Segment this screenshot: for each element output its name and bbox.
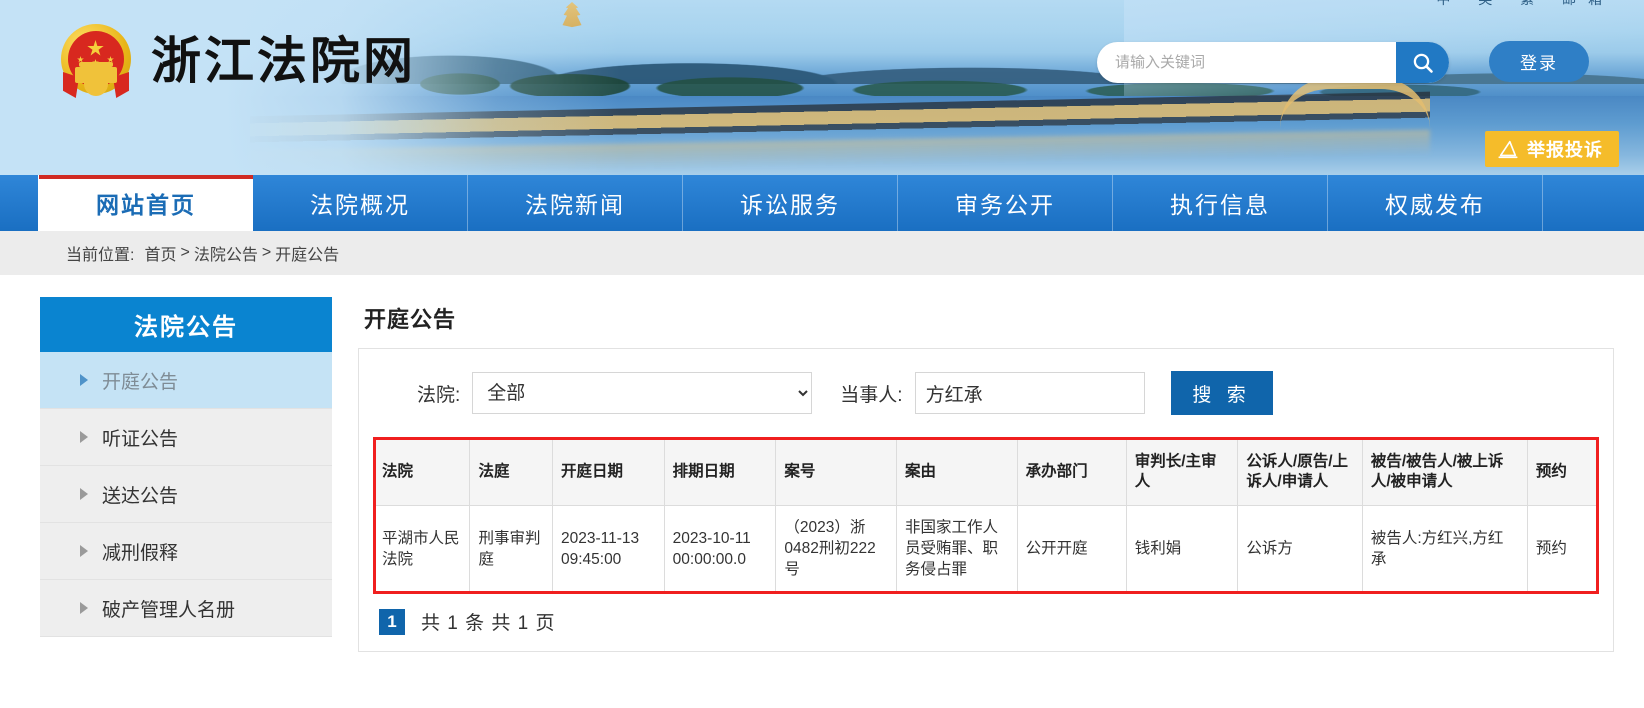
- table-column-header-9: 被告/被告人/被上诉人/被申请人: [1361, 437, 1528, 506]
- cell-hearing-date: 2023-11-13 09:45:00: [551, 505, 665, 594]
- party-filter-label: 当事人:: [840, 384, 903, 406]
- table-header-row: 法院 法庭 开庭日期 排期日期 案号 案由 承办部门 审判长/主审人 公诉人/原告/上诉人/申请…: [372, 437, 1600, 506]
- triangle-right-icon: [80, 488, 88, 500]
- site-header: 中 英 繁 邮箱 浙江法院网 登录 举报: [0, 0, 1644, 175]
- main-content: 开庭公告 法院: 全部 当事人: 搜 索 法院法庭开庭日期排期日: [358, 297, 1614, 652]
- nav-item-5[interactable]: 执行信息: [1113, 175, 1328, 231]
- sidebar-item-2[interactable]: 送达公告: [40, 466, 332, 523]
- cell-case-no: （2023）浙0482刑初222号: [775, 505, 897, 594]
- triangle-right-icon: [80, 602, 88, 614]
- sidebar-title: 法院公告: [40, 297, 332, 352]
- table-column-header-7: 审判长/主审人: [1125, 437, 1239, 506]
- sidebar-item-label: 减刑假释: [102, 542, 179, 564]
- sidebar-item-label: 破产管理人名册: [102, 599, 236, 621]
- filter-bar: 法院: 全部 当事人: 搜 索: [359, 349, 1613, 437]
- header-search[interactable]: [1097, 42, 1449, 83]
- sidebar-item-3[interactable]: 减刑假释: [40, 523, 332, 580]
- sidebar-item-1[interactable]: 听证公告: [40, 409, 332, 466]
- table-column-header-4: 案号: [775, 437, 897, 506]
- breadcrumb-item-announcements[interactable]: 法院公告: [194, 241, 258, 265]
- announcement-panel: 法院: 全部 当事人: 搜 索 法院法庭开庭日期排期日期案号案由承办部门审判长/…: [358, 348, 1614, 652]
- sidebar-item-label: 听证公告: [102, 428, 179, 450]
- megaphone-icon: [1498, 140, 1518, 159]
- table-body: 平湖市人民法院 刑事审判庭 2023-11-13 09:45:00 2023-10-1…: [372, 505, 1600, 594]
- pagination-summary: 共 1 条 共 1 页: [421, 613, 556, 634]
- nav-item-4[interactable]: 审务公开: [898, 175, 1113, 231]
- table-column-header-1: 法庭: [469, 437, 553, 506]
- triangle-right-icon: [80, 374, 88, 386]
- court-filter-label: 法院:: [417, 384, 461, 406]
- breadcrumb-separator-2: >: [261, 244, 272, 261]
- cell-schedule-date: 2023-10-11 00:00:00.0: [663, 505, 777, 594]
- cell-cause: 非国家工作人员受贿罪、职务侵占罪: [895, 505, 1018, 594]
- cell-court: 平湖市人民法院: [372, 505, 471, 594]
- party-input[interactable]: [914, 372, 1145, 414]
- sidebar-item-0[interactable]: 开庭公告: [40, 352, 332, 409]
- search-icon: [1413, 53, 1433, 73]
- login-button[interactable]: 登录: [1489, 41, 1589, 82]
- triangle-right-icon: [80, 431, 88, 443]
- nav-item-0[interactable]: 网站首页: [38, 175, 253, 231]
- announcement-table: 法院 法庭 开庭日期 排期日期 案号 案由 承办部门 审判长/主审人 公诉人/原告/上诉人/申请…: [372, 437, 1600, 594]
- table-column-header-0: 法院: [372, 437, 471, 506]
- table-column-header-6: 承办部门: [1016, 437, 1127, 506]
- sidebar: 法院公告 开庭公告听证公告送达公告减刑假释破产管理人名册: [40, 297, 332, 652]
- triangle-right-icon: [80, 545, 88, 557]
- nav-item-6[interactable]: 权威发布: [1328, 175, 1543, 231]
- pagination: 1 共 1 条 共 1 页: [359, 594, 1613, 651]
- page-title: 开庭公告: [364, 307, 457, 332]
- court-select[interactable]: 全部: [472, 372, 813, 414]
- cell-department: 公开开庭: [1016, 505, 1127, 594]
- breadcrumb-item-current[interactable]: 开庭公告: [275, 241, 339, 265]
- cell-reserve[interactable]: 预约: [1526, 505, 1600, 594]
- results-table-wrapper: 法院 法庭 开庭日期 排期日期 案号 案由 承办部门 审判长/主审人 公诉人/原告/上诉人/申请…: [359, 437, 1613, 594]
- table-column-header-8: 公诉人/原告/上诉人/申请人: [1237, 437, 1363, 506]
- breadcrumb-item-home[interactable]: 首页: [144, 241, 176, 265]
- site-brand[interactable]: 浙江法院网: [55, 20, 416, 102]
- sidebar-item-label: 送达公告: [102, 485, 179, 507]
- breadcrumb-label: 当前位置:: [66, 247, 135, 264]
- report-complaint-label: 举报投诉: [1527, 140, 1603, 160]
- sidebar-item-label: 开庭公告: [102, 371, 179, 393]
- table-column-header-2: 开庭日期: [551, 437, 665, 506]
- national-emblem-icon: [55, 20, 137, 102]
- top-utility-links[interactable]: 中 英 繁 邮箱: [1436, 0, 1614, 9]
- nav-item-3[interactable]: 诉讼服务: [683, 175, 898, 231]
- table-column-header-3: 排期日期: [663, 437, 777, 506]
- sidebar-item-4[interactable]: 破产管理人名册: [40, 580, 332, 637]
- cell-defendant: 被告人:方红兴,方红承: [1361, 505, 1528, 594]
- nav-item-2[interactable]: 法院新闻: [468, 175, 683, 231]
- report-complaint-button[interactable]: 举报投诉: [1485, 131, 1619, 167]
- page-body: 法院公告 开庭公告听证公告送达公告减刑假释破产管理人名册 开庭公告 法院: 全部…: [0, 275, 1644, 652]
- cell-judge: 钱利娟: [1125, 505, 1239, 594]
- table-column-header-5: 案由: [895, 437, 1018, 506]
- breadcrumb: 当前位置: 首页 > 法院公告 > 开庭公告: [0, 231, 1644, 275]
- breadcrumb-separator-1: >: [180, 244, 190, 261]
- page-number-1[interactable]: 1: [379, 608, 405, 635]
- sidebar-menu: 开庭公告听证公告送达公告减刑假释破产管理人名册: [40, 352, 332, 637]
- nav-item-1[interactable]: 法院概况: [253, 175, 468, 231]
- cell-courtroom: 刑事审判庭: [469, 505, 553, 594]
- main-navigation: 网站首页 法院概况 法院新闻 诉讼服务 审务公开 执行信息 权威发布: [0, 175, 1644, 231]
- table-column-header-10: 预约: [1526, 437, 1600, 506]
- search-input[interactable]: [1097, 42, 1396, 83]
- cell-plaintiff: 公诉方: [1237, 505, 1363, 594]
- filter-search-button[interactable]: 搜 索: [1170, 371, 1273, 415]
- search-submit-button[interactable]: [1396, 42, 1449, 83]
- table-row: 平湖市人民法院 刑事审判庭 2023-11-13 09:45:00 2023-10-1…: [372, 505, 1600, 594]
- site-title: 浙江法院网: [151, 32, 416, 90]
